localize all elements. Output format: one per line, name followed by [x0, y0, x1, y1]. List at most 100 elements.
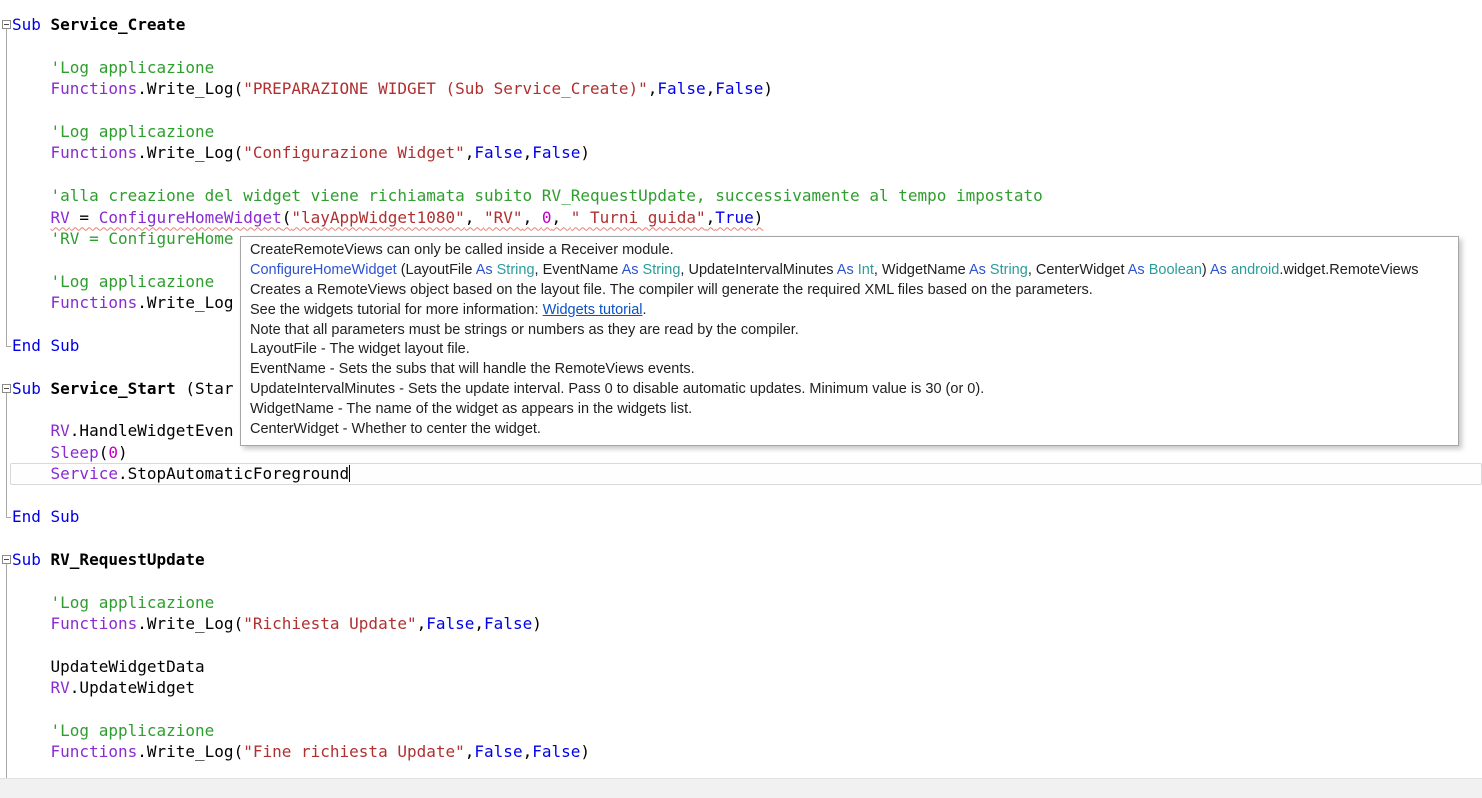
code-line[interactable]: Functions.Write_Log("Richiesta Update",F…: [0, 613, 1482, 634]
tooltip-line: EventName - Sets the subs that will hand…: [250, 360, 1449, 380]
code-line[interactable]: [0, 164, 1482, 185]
tooltip-text: ): [1201, 261, 1210, 278]
code-line[interactable]: Functions.Write_Log("Configurazione Widg…: [0, 142, 1482, 163]
code-line[interactable]: 'Log applicazione: [0, 121, 1482, 142]
code-token: False: [474, 742, 523, 762]
code-line[interactable]: [0, 570, 1482, 591]
tooltip-text: String: [642, 261, 681, 278]
code-token: ): [117, 442, 128, 462]
code-token: "layAppWidget1080": [291, 207, 465, 227]
code-line[interactable]: [0, 634, 1482, 655]
code-token: =: [69, 207, 99, 227]
code-token: ,: [705, 79, 716, 99]
tooltip-text: String: [496, 261, 535, 278]
code-token: .Write_Log: [137, 293, 234, 313]
tooltip-text: Creates a RemoteViews object based on th…: [250, 281, 1093, 298]
code-token: False: [426, 613, 475, 633]
code-token: Functions: [50, 742, 138, 762]
code-token: 'Log applicazione: [50, 57, 215, 77]
code-token: ,: [474, 613, 485, 633]
widgets-tutorial-link[interactable]: Widgets tutorial: [543, 302, 643, 318]
code-token: UpdateWidgetData: [12, 656, 205, 676]
code-token: 0: [108, 442, 118, 462]
code-line[interactable]: End Sub: [0, 506, 1482, 527]
tooltip-text: , EventName: [534, 261, 622, 278]
code-line[interactable]: 'Log applicazione: [0, 57, 1482, 78]
code-token: 'RV = ConfigureHome: [50, 228, 234, 248]
code-token: False: [532, 143, 581, 163]
code-token: (Star: [185, 378, 234, 398]
code-token: ): [532, 613, 542, 633]
code-token: ,: [551, 207, 571, 227]
tooltip-line: CreateRemoteViews can only be called ins…: [250, 241, 1449, 261]
fold-collapse-icon[interactable]: [2, 555, 11, 564]
code-token: ,: [522, 143, 533, 163]
code-token: Functions: [50, 79, 138, 99]
minus-icon: [4, 24, 9, 25]
code-token: ): [580, 742, 591, 762]
code-token: True: [715, 207, 754, 227]
code-token: ,: [464, 742, 475, 762]
tooltip-text: CreateRemoteViews can only be called ins…: [250, 242, 674, 258]
tooltip-text: Boolean: [1148, 261, 1202, 278]
horizontal-scrollbar[interactable]: [0, 778, 1482, 798]
error-squiggle-underline: RV = ConfigureHomeWidget("layAppWidget10…: [51, 208, 764, 227]
code-line[interactable]: RV = ConfigureHomeWidget("layAppWidget10…: [0, 207, 1482, 228]
code-token: .Write_Log(: [137, 613, 244, 633]
code-token: ,: [464, 207, 485, 227]
tooltip-text: As: [1127, 261, 1145, 278]
minus-icon: [4, 559, 9, 560]
code-line[interactable]: [0, 485, 1482, 506]
code-line[interactable]: Functions.Write_Log("Fine richiesta Upda…: [0, 741, 1482, 762]
tooltip-text: UpdateIntervalMinutes - Sets the update …: [250, 381, 985, 398]
code-token: ): [763, 79, 774, 99]
code-token: (: [98, 442, 109, 462]
tooltip-text: WidgetName - The name of the widget as a…: [250, 401, 693, 418]
code-token: Functions: [50, 613, 138, 633]
code-line[interactable]: 'alla creazione del widget viene richiam…: [0, 185, 1482, 206]
code-editor[interactable]: Sub Service_Create 'Log applicazione Fun…: [0, 0, 1482, 798]
tooltip-line: CenterWidget - Whether to center the wid…: [250, 420, 1449, 440]
fold-collapse-icon[interactable]: [2, 383, 11, 393]
tooltip-text: android: [1230, 261, 1280, 278]
code-line[interactable]: Service.StopAutomaticForeground: [0, 463, 1482, 485]
code-line[interactable]: 'Log applicazione: [0, 592, 1482, 613]
code-token: Sleep: [50, 442, 99, 462]
code-token: .Write_Log(: [137, 79, 244, 99]
code-line[interactable]: [0, 35, 1482, 56]
tooltip-text: Note that all parameters must be strings…: [250, 321, 799, 338]
code-token: ,: [464, 143, 475, 163]
tooltip-line: WidgetName - The name of the widget as a…: [250, 400, 1449, 420]
code-line[interactable]: RV.UpdateWidget: [0, 677, 1482, 698]
code-token: False: [532, 742, 581, 762]
code-line[interactable]: UpdateWidgetData: [0, 656, 1482, 677]
code-token: 'Log applicazione: [50, 592, 215, 612]
code-token: RV_RequestUpdate: [50, 549, 205, 569]
code-token: Functions: [50, 293, 138, 313]
code-token: ): [580, 143, 591, 163]
text-caret: [349, 465, 351, 483]
code-token: .Write_Log(: [137, 143, 244, 163]
fold-collapse-icon[interactable]: [2, 20, 11, 29]
code-line[interactable]: Sub RV_RequestUpdate: [0, 549, 1482, 570]
code-line[interactable]: [0, 527, 1482, 548]
code-token: RV: [50, 207, 70, 227]
code-token: .Write_Log(: [137, 742, 244, 762]
code-line[interactable]: Functions.Write_Log("PREPARAZIONE WIDGET…: [0, 78, 1482, 99]
code-line[interactable]: [0, 699, 1482, 720]
code-line[interactable]: 'Log applicazione: [0, 720, 1482, 741]
code-token: .HandleWidgetEven: [69, 421, 234, 441]
code-token: Sub: [12, 378, 51, 398]
code-line[interactable]: [0, 100, 1482, 121]
code-token: RV: [50, 421, 70, 441]
code-token: "Configurazione Widget": [243, 143, 465, 163]
code-token: 'Log applicazione: [50, 720, 215, 740]
code-line[interactable]: Sub Service_Create: [0, 14, 1482, 35]
